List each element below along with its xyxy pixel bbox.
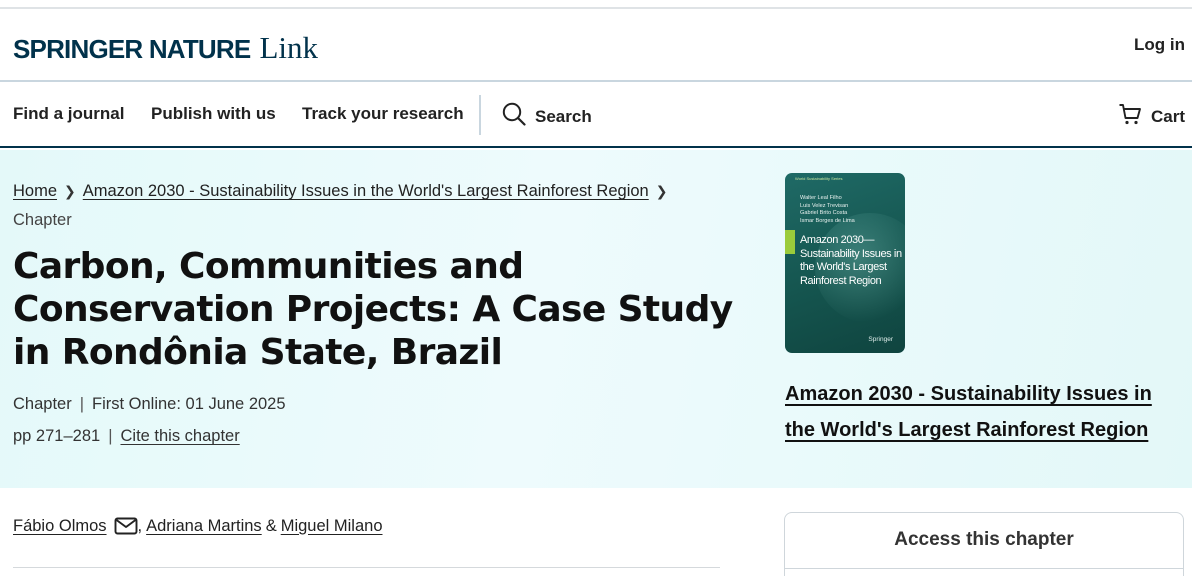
search-button[interactable]: Search (502, 102, 592, 131)
cover-accent-stripe (785, 230, 795, 254)
springer-nature-link-logo[interactable]: SPRINGER NATURE Link (13, 30, 318, 66)
author-link[interactable]: Miguel Milano (281, 517, 383, 536)
nav-track-research[interactable]: Track your research (302, 104, 464, 124)
cover-editor: Gabriel Brito Costa (800, 210, 848, 217)
cover-editor: Ismar Borges de Lima (800, 217, 855, 224)
page-range: pp 271–281 (13, 427, 101, 445)
main-nav: Find a journal Publish with us Track you… (0, 83, 1192, 148)
cart-button[interactable]: Cart (1118, 102, 1185, 131)
book-title: Amazon 2030 - Sustainability Issues in t… (785, 376, 1185, 448)
chapter-meta: Chapter | First Online: 01 June 2025 pp 27… (13, 395, 286, 445)
cover-series: World Sustainability Series (795, 176, 843, 181)
cite-this-chapter-link[interactable]: Cite this chapter (120, 427, 239, 445)
content-type: Chapter (13, 395, 72, 413)
breadcrumb-home[interactable]: Home (13, 182, 57, 200)
search-icon (502, 102, 526, 131)
chevron-right-icon: ❯ (64, 183, 76, 199)
breadcrumb: Home ❯ Amazon 2030 - Sustainability Issues… (13, 177, 733, 235)
book-cover-image[interactable]: World Sustainability Series Walter Leal … (785, 173, 905, 353)
author-separator: , (137, 516, 143, 535)
cart-label: Cart (1150, 106, 1185, 126)
nav-find-journal[interactable]: Find a journal (13, 104, 124, 124)
login-link[interactable]: Log in (1134, 35, 1185, 55)
breadcrumb-book[interactable]: Amazon 2030 - Sustainability Issues in t… (83, 182, 649, 200)
logo-link-text: Link (259, 30, 318, 65)
page-title: Carbon, Communities and Conservation Pro… (13, 246, 733, 373)
book-title-link[interactable]: Amazon 2030 - Sustainability Issues in t… (785, 383, 1152, 441)
first-online-date: First Online: 01 June 2025 (92, 395, 286, 413)
chapter-hero: Home ❯ Amazon 2030 - Sustainability Issues… (0, 150, 1192, 488)
site-header: SPRINGER NATURE Link Log in (0, 9, 1192, 82)
author-link[interactable]: Adriana Martins (146, 517, 262, 536)
access-panel: Access this chapter (784, 512, 1184, 576)
section-divider (13, 567, 720, 568)
author-separator: & (265, 516, 277, 535)
cover-title: Amazon 2030—Sustainability Issues in the… (800, 234, 902, 287)
search-label: Search (535, 106, 592, 126)
author-link[interactable]: Fábio Olmos (13, 517, 107, 536)
cover-editor: Walter Leal Filho (800, 195, 842, 201)
cover-editors: Walter Leal Filho Luis Velez Trevisan Ga… (800, 195, 855, 225)
chevron-right-icon: ❯ (655, 183, 668, 199)
author-list: Fábio Olmos , Adriana Martins & Miguel M… (13, 516, 383, 536)
cover-editor: Luis Velez Trevisan (800, 202, 849, 209)
logo-brand-text: SPRINGER NATURE (13, 34, 251, 64)
breadcrumb-current: Chapter (13, 211, 72, 229)
nav-divider (479, 95, 481, 135)
cart-icon (1118, 102, 1142, 131)
access-panel-title: Access this chapter (894, 529, 1074, 550)
access-panel-divider (785, 568, 1183, 569)
cover-publisher: Springer (868, 336, 893, 343)
nav-publish-with-us[interactable]: Publish with us (151, 104, 276, 124)
email-icon[interactable] (114, 516, 138, 536)
